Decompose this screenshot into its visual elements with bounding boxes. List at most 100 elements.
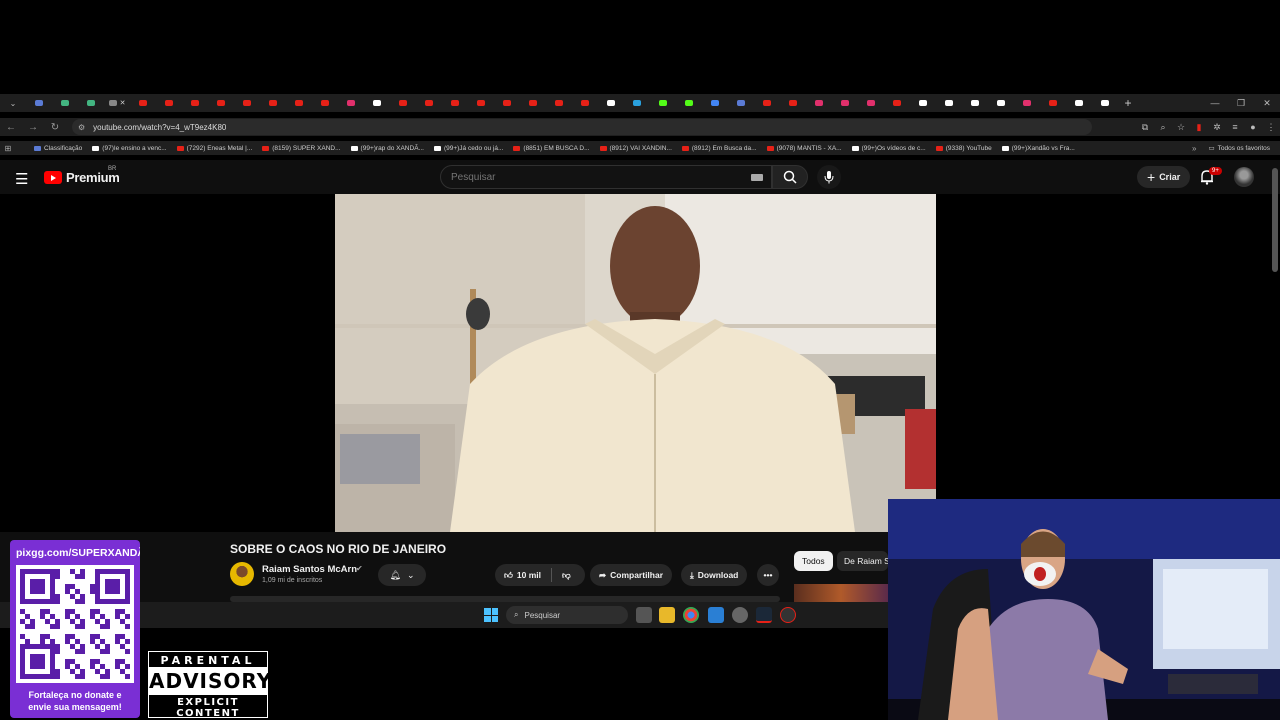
browser-tab[interactable] [338,94,364,112]
browser-tab[interactable] [1014,94,1040,112]
browser-tab[interactable] [390,94,416,112]
tab-list-button[interactable]: ⌄ [0,94,26,112]
browser-tab[interactable] [1092,94,1118,112]
store-icon[interactable] [708,607,724,623]
account-avatar[interactable] [1234,167,1254,187]
browser-tab[interactable] [312,94,338,112]
subscription-notifications-button[interactable]: 🔔︎ ⌄ [378,564,426,586]
extensions-puzzle-icon[interactable]: ✲ [1208,122,1226,133]
minimize-button[interactable]: — [1202,98,1228,108]
address-bar[interactable]: ⚙ youtube.com/watch?v=4_wT9ez4K80 [72,119,1092,135]
browser-tab[interactable] [208,94,234,112]
browser-tab[interactable] [468,94,494,112]
chip-from-channel[interactable]: De Raiam Santos [837,551,888,571]
search-button[interactable] [772,165,808,189]
windows-start-icon[interactable] [484,608,498,622]
browser-tab[interactable] [156,94,182,112]
new-tab-button[interactable]: + [1118,96,1138,110]
browser-tab[interactable] [988,94,1014,112]
browser-tab[interactable] [442,94,468,112]
close-tab-icon[interactable]: ✕ [120,99,126,107]
bookmark-item[interactable]: (8912) Em Busca da... [681,145,757,152]
bookmark-item[interactable]: (9338) YouTube [935,145,992,152]
profile-avatar-icon[interactable]: ● [1244,122,1262,132]
bookmark-item[interactable]: (8851) EM BUSCA D... [513,145,590,152]
more-bookmarks-icon[interactable]: » [1192,144,1196,153]
browser-tab[interactable] [806,94,832,112]
maximize-button[interactable]: ❐ [1228,98,1254,109]
download-button[interactable]: ⤓ Download [681,564,748,586]
voice-search-button[interactable] [817,165,841,189]
like-button[interactable]: 👍︎ 10 mil [504,570,541,581]
chrome-icon[interactable] [683,607,699,623]
browser-tab[interactable] [182,94,208,112]
site-info-icon[interactable]: ⚙ [78,123,85,132]
bookmark-item[interactable]: (99+)Os vídeos de c... [851,145,926,152]
more-actions-button[interactable]: ••• [757,564,779,586]
browser-tab[interactable] [260,94,286,112]
back-button[interactable]: ← [0,122,22,133]
page-scrollbar[interactable] [1272,168,1278,272]
browser-tab[interactable] [520,94,546,112]
media-controls-icon[interactable]: ≡ [1226,122,1244,132]
bookmark-item[interactable]: (97)Ie ensino a venc... [92,145,167,152]
all-bookmarks-folder[interactable]: ▭ Todos os favoritos [1208,144,1270,153]
browser-tab[interactable] [650,94,676,112]
bookmark-star-icon[interactable]: ☆ [1172,122,1190,133]
browser-tab[interactable] [624,94,650,112]
channel-name[interactable]: Raiam Santos McArn [262,564,357,575]
browser-tab[interactable] [416,94,442,112]
share-button[interactable]: ➦ Compartilhar [590,564,673,586]
browser-tab[interactable]: ✕ [104,94,130,112]
browser-tab[interactable] [1040,94,1066,112]
bookmark-item[interactable]: Classificação [34,145,82,152]
bookmark-item[interactable]: (8912) VAI XANDIN... [599,145,672,152]
browser-menu-icon[interactable]: ⋮ [1262,122,1280,133]
bookmark-item[interactable]: (99+)Xandão vs Fra... [1001,145,1075,152]
browser-tab[interactable] [572,94,598,112]
dislike-button[interactable]: 👎︎ [562,570,571,581]
browser-tab[interactable] [910,94,936,112]
browser-tab[interactable] [1066,94,1092,112]
browser-tab[interactable] [884,94,910,112]
browser-tab[interactable] [494,94,520,112]
bookmark-item[interactable]: (8159) SUPER XAND... [262,145,341,152]
browser-tab[interactable] [962,94,988,112]
browser-tab[interactable] [832,94,858,112]
recommended-video-thumbnail[interactable] [794,584,888,602]
browser-tab[interactable] [858,94,884,112]
taskbar-search[interactable]: ⌕ Pesquisar [506,606,628,624]
browser-tab[interactable] [676,94,702,112]
task-view-icon[interactable] [636,607,652,623]
app-icon[interactable] [780,607,796,623]
browser-tab[interactable] [936,94,962,112]
hamburger-menu-icon[interactable]: ☰ [15,170,28,188]
reload-button[interactable]: ↻ [44,122,66,133]
video-player[interactable] [335,194,936,532]
chip-all[interactable]: Todos [794,551,833,571]
extension-icon[interactable]: ▮ [1190,122,1208,133]
bookmark-item[interactable]: (99+)Já cedo ou já... [433,145,503,152]
bookmark-item[interactable]: (99+)rap do XANDÃ... [350,145,424,152]
browser-tab[interactable] [78,94,104,112]
browser-tab[interactable] [130,94,156,112]
create-button[interactable]: + Criar [1137,166,1191,188]
channel-avatar[interactable] [230,562,254,586]
browser-tab[interactable] [364,94,390,112]
close-window-button[interactable]: ✕ [1254,98,1280,109]
forward-button[interactable]: → [22,122,44,133]
browser-tab[interactable] [234,94,260,112]
keyboard-icon[interactable] [751,174,763,181]
steam-icon[interactable] [756,607,772,623]
settings-gear-icon[interactable] [732,607,748,623]
browser-tab[interactable] [26,94,52,112]
install-app-icon[interactable]: ⧉ [1136,122,1154,133]
browser-tab[interactable] [286,94,312,112]
search-box[interactable] [440,165,772,189]
browser-tab[interactable] [598,94,624,112]
browser-tab[interactable] [780,94,806,112]
apps-grid-icon[interactable]: ⊞ [0,144,16,153]
search-input[interactable] [441,166,721,188]
browser-tab[interactable] [728,94,754,112]
bookmark-item[interactable]: (9078) MANTIS - XA... [766,145,842,152]
